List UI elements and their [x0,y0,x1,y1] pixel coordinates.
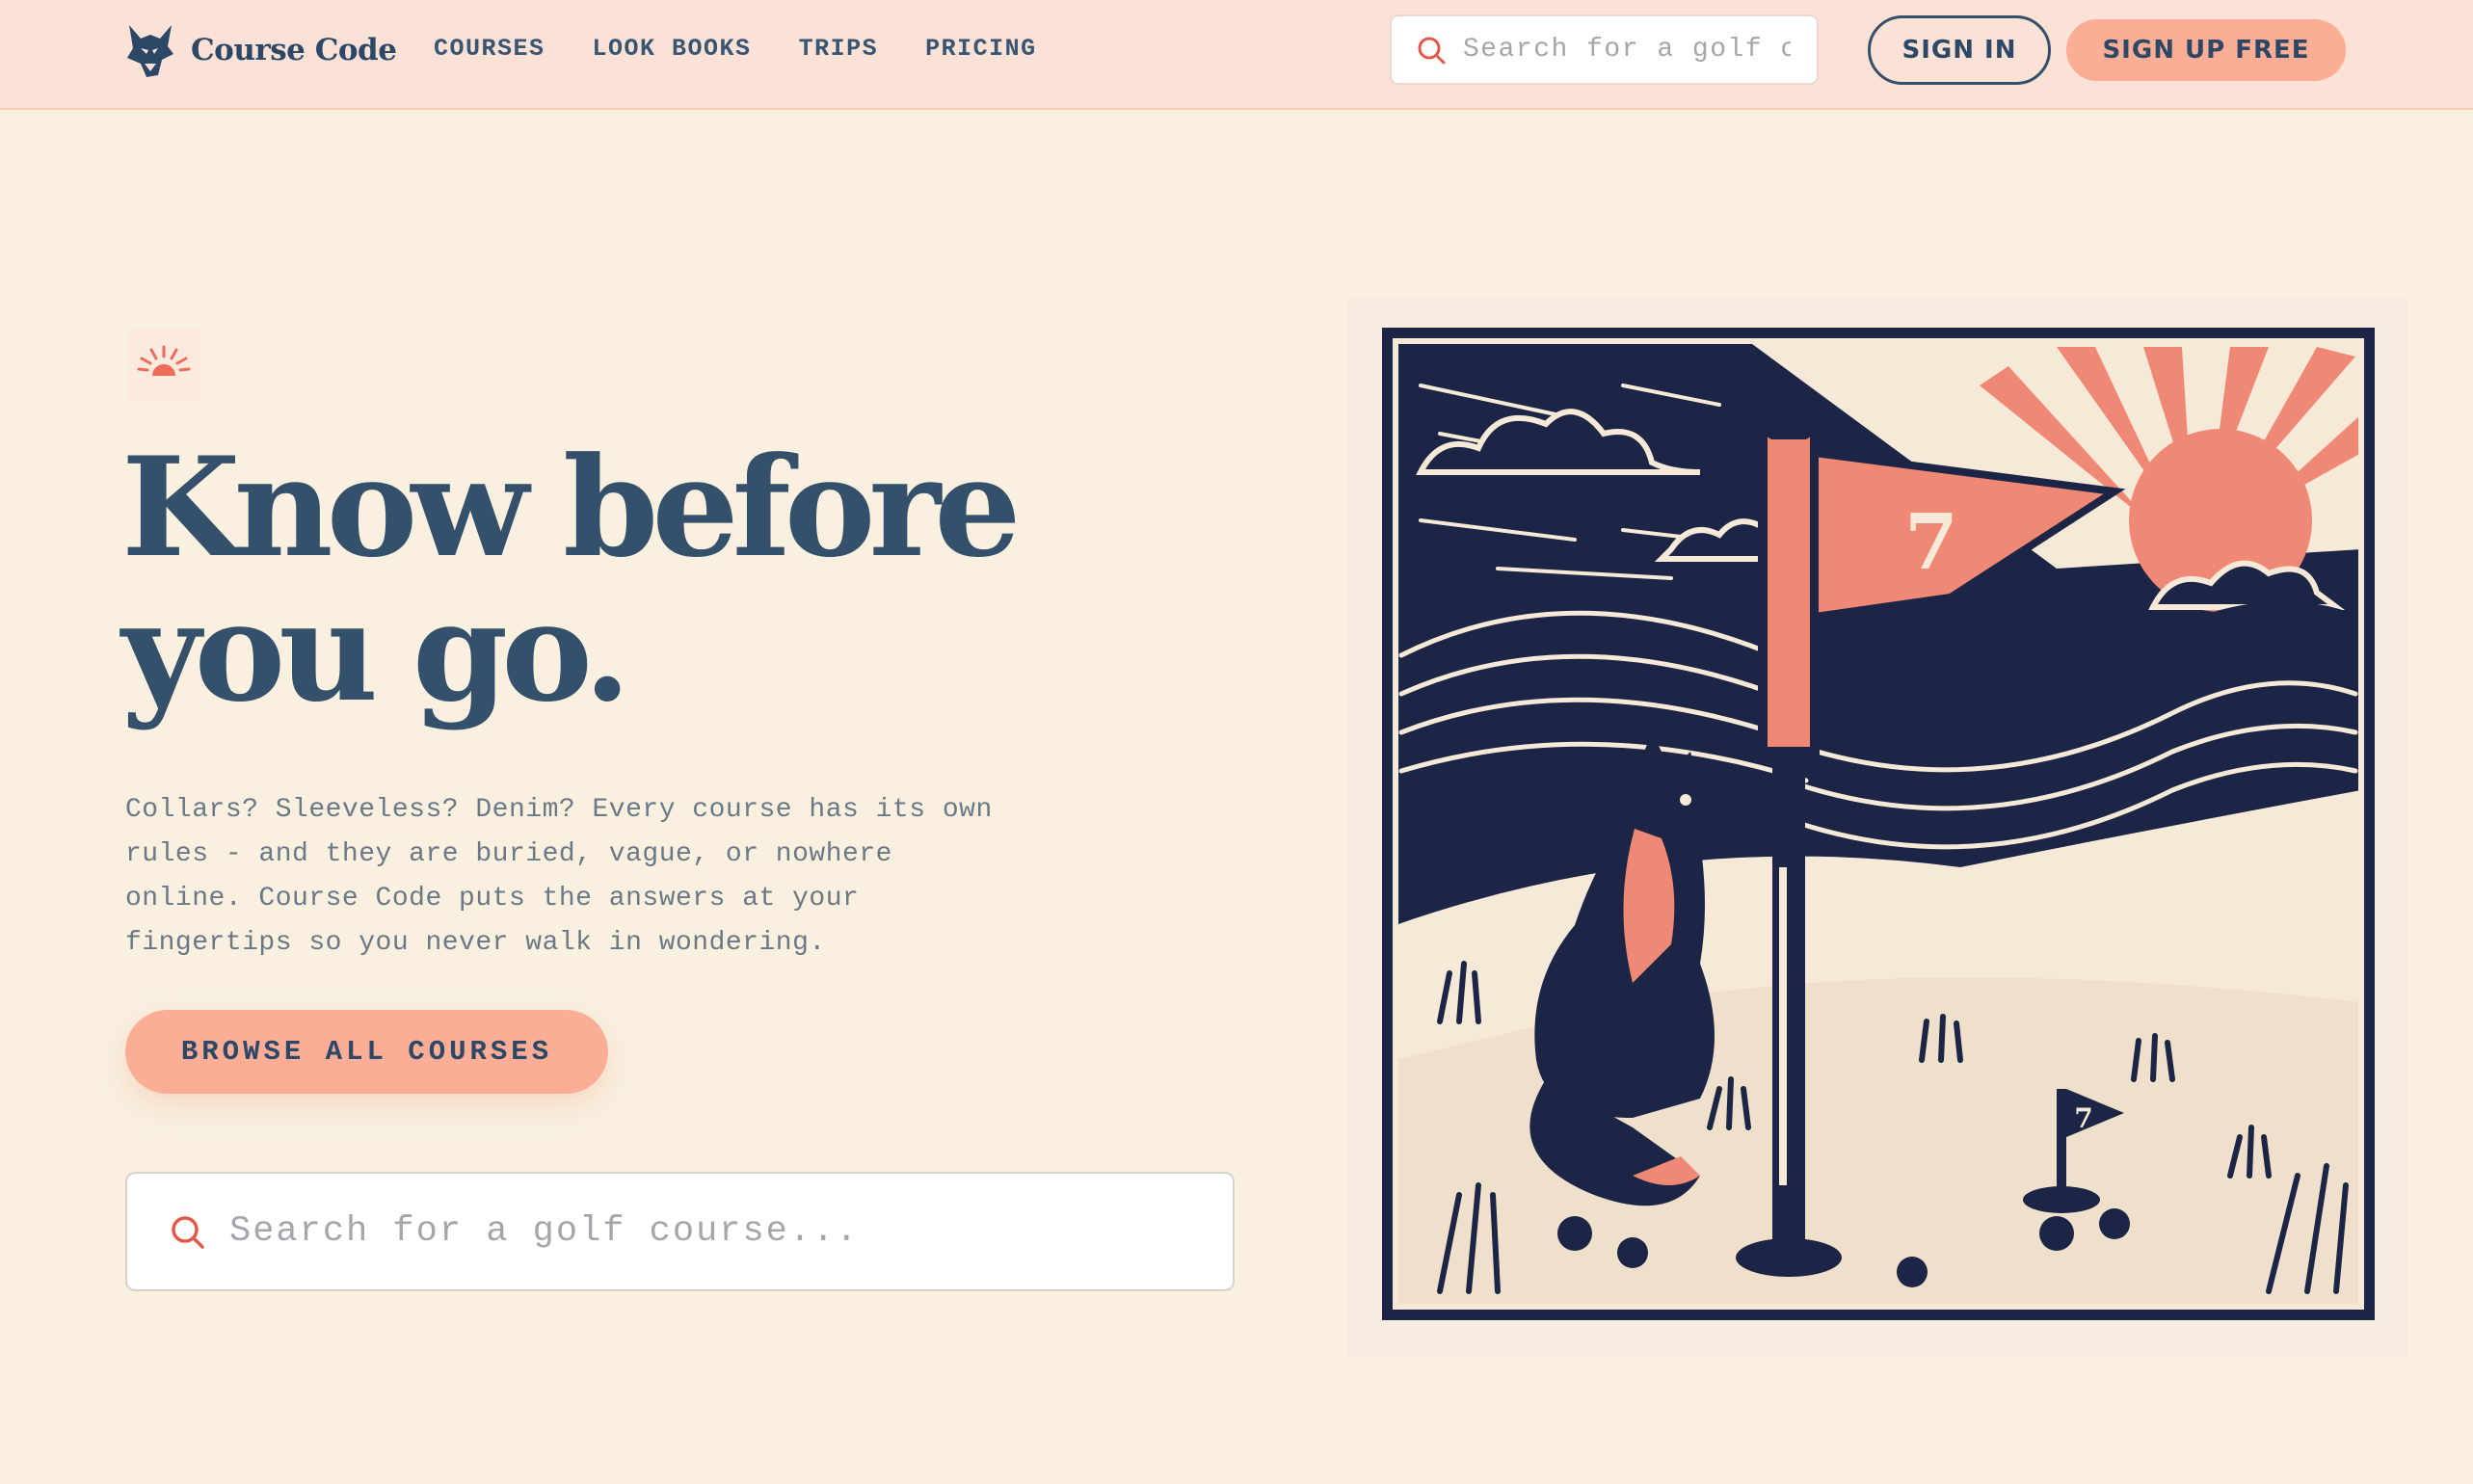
hero-search-box[interactable] [125,1172,1235,1291]
search-icon [172,1216,204,1249]
nav-trips[interactable]: TRIPS [799,35,879,63]
brand-name: Course Code [191,33,397,67]
nav-courses[interactable]: COURSES [434,35,545,63]
sign-up-button[interactable]: SIGN UP FREE [2066,19,2346,81]
hero-search-input[interactable] [227,1210,1195,1253]
header-search-input[interactable] [1461,34,1793,66]
brand-home-link[interactable]: Course Code [123,21,397,79]
sign-in-button[interactable]: SIGN IN [1868,15,2051,85]
hero-description: Collars? Sleeveless? Denim? Every course… [125,795,993,958]
browse-all-courses-button[interactable]: BROWSE ALL COURSES [125,1010,608,1094]
sunrise-badge [127,328,200,401]
fox-golf-flag-illustration: 7 7 [1382,328,2375,1320]
hero-title: Know before you go. [121,436,1085,725]
header-search-box[interactable] [1390,14,1819,85]
hero-illustration: 7 7 [1347,297,2407,1357]
fox-icon [127,25,173,77]
search-icon [1418,37,1446,64]
top-navbar: Course Code COURSES LOOK BOOKS TRIPS PRI… [0,0,2473,110]
hole-flag-number: 7 [2074,1102,2092,1134]
flag-number: 7 [1904,496,1958,587]
sunrise-icon [137,345,191,376]
main-nav: COURSES LOOK BOOKS TRIPS PRICING [434,35,1037,63]
hero-title-line-2: you go. [121,572,631,732]
nav-pricing[interactable]: PRICING [925,35,1037,63]
hero-title-line-1: Know before [121,428,1022,588]
nav-look-books[interactable]: LOOK BOOKS [593,35,752,63]
